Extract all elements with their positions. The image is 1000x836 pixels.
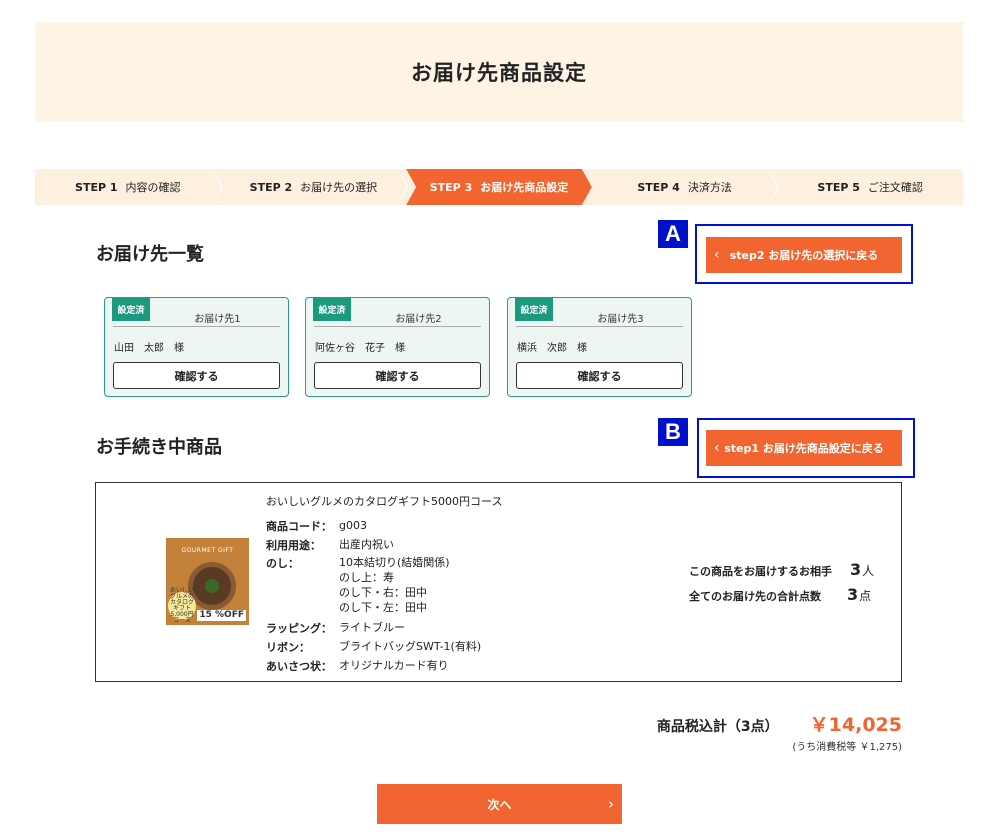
destinations-title: お届け先一覧 xyxy=(96,244,204,265)
step-1-label: 内容の確認 xyxy=(125,181,181,194)
confirm-button[interactable]: 確認する xyxy=(516,362,683,389)
step-5-number: STEP 5 xyxy=(817,180,860,194)
confirm-button[interactable]: 確認する xyxy=(314,362,481,389)
step-2: STEP 2 お届け先の選択 xyxy=(221,169,408,205)
product-image: GOURMET GIFT おいしいグルメの カタログギフト 5,000円 コース… xyxy=(166,538,249,625)
step-progress: STEP 1 内容の確認 STEP 2 お届け先の選択 STEP 3 お届け先商品設定… xyxy=(35,169,963,205)
annotation-label-a: A xyxy=(658,220,688,248)
divider xyxy=(113,326,280,327)
step-1-number: STEP 1 xyxy=(75,180,118,194)
spec-value: ブライトバッグSWT-1(有料) xyxy=(339,640,482,653)
total-items-label: 全てのお届け先の合計点数 xyxy=(689,590,821,603)
spec-value: のし下・右：田中 xyxy=(339,586,427,599)
status-badge: 設定済 xyxy=(313,298,351,321)
divider xyxy=(314,326,481,327)
divider xyxy=(516,326,683,327)
next-button-label: 次へ xyxy=(487,797,512,812)
status-badge: 設定済 xyxy=(112,298,150,321)
spec-row-noshi: のし： 10本結切り(結婚関係) のし上：寿 のし下・右：田中 のし下・左：田中 xyxy=(266,555,450,615)
recipient-name: 横浜 次郎 様 xyxy=(517,343,587,354)
status-badge: 設定済 xyxy=(515,298,553,321)
spec-row-greeting: あいさつ状： オリジナルカード有り xyxy=(266,658,449,674)
product-image-title: GOURMET GIFT xyxy=(181,547,234,554)
spec-value: 出産内祝い xyxy=(339,538,394,551)
step-5-label: ご注文確認 xyxy=(867,181,923,194)
page-title: お届け先商品設定 xyxy=(411,61,587,85)
step-2-label: お届け先の選択 xyxy=(300,181,378,194)
recipients-summary: この商品をお届けするお相手 3 人 xyxy=(689,560,874,579)
spec-value-group: 10本結切り(結婚関係) のし上：寿 のし下・右：田中 のし下・左：田中 xyxy=(339,555,450,615)
tax-note: (うち消費税等 ￥1,275) xyxy=(792,742,902,753)
total-items-unit: 点 xyxy=(859,589,872,603)
destination-card-2: 設定済 お届け先2 阿佐ヶ谷 花子 様 確認する xyxy=(305,297,490,397)
chevron-left-icon: ‹ xyxy=(714,440,720,456)
spec-key: ラッピング： xyxy=(266,622,332,635)
back-to-step1-label: step1 お届け先商品設定に戻る xyxy=(724,442,884,455)
spec-value: のし上：寿 xyxy=(339,571,394,584)
step-5: STEP 5 ご注文確認 xyxy=(777,169,963,205)
step-4: STEP 4 決済方法 xyxy=(592,169,779,205)
chevron-right-icon: › xyxy=(608,795,614,813)
back-to-step1-button[interactable]: ‹ step1 お届け先商品設定に戻る xyxy=(706,430,902,466)
spec-value: オリジナルカード有り xyxy=(339,659,449,672)
back-to-step2-label: step2 お届け先の選択に戻る xyxy=(729,249,879,262)
recipients-count: 3 xyxy=(850,560,862,579)
back-to-step2-button[interactable]: ‹ step2 お届け先の選択に戻る xyxy=(706,237,902,273)
total-items-summary: 全てのお届け先の合計点数 3 点 xyxy=(689,585,871,604)
step-1: STEP 1 内容の確認 xyxy=(35,169,223,205)
destination-caption: お届け先2 xyxy=(395,314,442,325)
spec-value: 10本結切り(結婚関係) xyxy=(339,556,450,569)
total-value: ￥14,025 xyxy=(809,714,902,736)
step-4-label: 決済方法 xyxy=(687,181,732,194)
page-header: お届け先商品設定 xyxy=(35,22,963,122)
spec-value: ライトブルー xyxy=(339,621,405,634)
step-3-label: お届け先商品設定 xyxy=(480,181,569,194)
total-items-count: 3 xyxy=(847,585,859,604)
destination-caption: お届け先1 xyxy=(194,314,241,325)
recipient-name: 山田 太郎 様 xyxy=(114,343,184,354)
product-name: おいしいグルメのカタログギフト5000円コース xyxy=(266,495,503,508)
spec-key: 商品コード： xyxy=(266,520,332,533)
recipients-label: この商品をお届けするお相手 xyxy=(689,565,832,578)
spec-row-ribbon: リボン： ブライトバッグSWT-1(有料) xyxy=(266,639,481,655)
step-2-number: STEP 2 xyxy=(249,180,293,194)
spec-value: g003 xyxy=(339,519,367,532)
confirm-button[interactable]: 確認する xyxy=(113,362,280,389)
destination-caption: お届け先3 xyxy=(597,314,644,325)
spec-key: のし： xyxy=(266,557,299,570)
spec-key: 利用用途： xyxy=(266,539,321,552)
spec-value: のし下・左：田中 xyxy=(339,601,427,614)
spec-key: リボン： xyxy=(266,641,310,654)
spec-row-code: 商品コード： g003 xyxy=(266,518,367,534)
next-button[interactable]: 次へ › xyxy=(377,784,622,824)
spec-key: あいさつ状： xyxy=(266,660,332,673)
destination-card-1: 設定済 お届け先1 山田 太郎 様 確認する xyxy=(104,297,289,397)
products-title: お手続き中商品 xyxy=(96,437,222,458)
spec-row-wrapping: ラッピング： ライトブルー xyxy=(266,620,405,636)
step-3-active: STEP 3 お届け先商品設定 xyxy=(406,169,592,205)
order-total: 商品税込計（3点） ￥14,025 xyxy=(657,710,902,737)
product-image-seal: おいしいグルメの カタログギフト 5,000円 コース xyxy=(168,587,196,624)
step-3-number: STEP 3 xyxy=(429,180,473,194)
step-4-number: STEP 4 xyxy=(637,180,680,194)
chevron-left-icon: ‹ xyxy=(714,247,720,263)
food-graphic xyxy=(205,579,219,593)
product-panel: GOURMET GIFT おいしいグルメの カタログギフト 5,000円 コース… xyxy=(95,482,902,682)
destination-card-3: 設定済 お届け先3 横浜 次郎 様 確認する xyxy=(507,297,692,397)
annotation-label-b: B xyxy=(658,418,688,446)
recipient-name: 阿佐ヶ谷 花子 様 xyxy=(315,343,405,354)
spec-row-usage: 利用用途： 出産内祝い xyxy=(266,537,394,553)
total-label: 商品税込計（3点） xyxy=(656,719,779,735)
recipients-unit: 人 xyxy=(862,564,875,578)
discount-badge: 15 %OFF xyxy=(197,610,246,621)
